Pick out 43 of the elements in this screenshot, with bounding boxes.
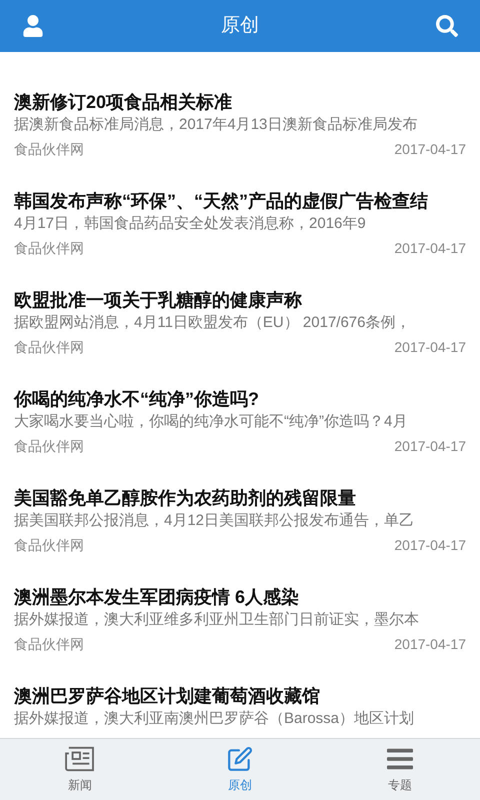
- article-date: 2017-04-17: [394, 140, 466, 159]
- article-source: 食品伙伴网: [14, 140, 84, 159]
- article-summary: 大家喝水要当心啦，你喝的纯净水可能不“纯净”你造吗？4月: [14, 412, 408, 432]
- article-title: 澳洲巴罗萨谷地区计划建葡萄酒收藏馆: [14, 685, 321, 708]
- article-item[interactable]: 美国豁免单乙醇胺作为农药助剂的残留限量 据美国联邦公报消息，4月12日美国联邦公报发布通告，单乙 食品伙伴网 2017-04-17: [14, 486, 466, 585]
- article-date: 2017-04-17: [394, 536, 466, 555]
- article-item[interactable]: 欧盟批准一项关于乳糖醇的健康声称 据欧盟网站消息，4月11日欧盟发布（EU） 2017/676条例， 食品伙伴网 2017-04-17: [14, 288, 466, 387]
- article-date: 2017-04-17: [394, 338, 466, 357]
- article-date: 2017-04-17: [394, 239, 466, 258]
- nav-tab[interactable]: 新闻: [0, 739, 160, 800]
- article-item[interactable]: 澳新修订20项食品相关标准 据澳新食品标准局消息，2017年4月13日澳新食品标准局发布 食品伙伴网 2017-04-17: [14, 90, 466, 189]
- article-title: 美国豁免单乙醇胺作为农药助剂的残留限量: [14, 487, 357, 510]
- article-date: 2017-04-17: [394, 437, 466, 456]
- article-summary: 据澳新食品标准局消息，2017年4月13日澳新食品标准局发布: [14, 115, 418, 135]
- article-source: 食品伙伴网: [14, 635, 84, 654]
- profile-button[interactable]: [22, 15, 44, 37]
- article-source: 食品伙伴网: [14, 338, 84, 357]
- newspaper-icon: [65, 746, 95, 772]
- page-title: 原创: [221, 14, 259, 38]
- article-title: 欧盟批准一项关于乳糖醇的健康声称: [14, 289, 303, 312]
- article-source: 食品伙伴网: [14, 536, 84, 555]
- user-icon: [22, 15, 44, 37]
- article-summary: 4月17日，韩国食品药品安全处发表消息称，2016年9: [14, 214, 367, 234]
- article-title: 澳洲墨尔本发生军团病疫情 6人感染: [14, 586, 300, 609]
- article-date: 2017-04-17: [394, 635, 466, 654]
- pencil-square-icon: [225, 746, 255, 772]
- search-button[interactable]: [436, 15, 458, 37]
- search-icon: [436, 15, 458, 37]
- article-item[interactable]: 澳洲巴罗萨谷地区计划建葡萄酒收藏馆 据外媒报道，澳大利亚南澳州巴罗萨谷（Barossa）地区计划: [14, 684, 466, 738]
- nav-tab[interactable]: 原创: [160, 739, 320, 800]
- article-summary: 据外媒报道，澳大利亚南澳州巴罗萨谷（Barossa）地区计划: [14, 709, 416, 729]
- article-title: 韩国发布声称“环保”、“天然”产品的虚假广告检查结: [14, 190, 429, 213]
- article-summary: 据美国联邦公报消息，4月12日美国联邦公报发布通告，单乙: [14, 511, 416, 531]
- article-source: 食品伙伴网: [14, 239, 84, 258]
- article-source: 食品伙伴网: [14, 437, 84, 456]
- article-item[interactable]: 韩国发布声称“环保”、“天然”产品的虚假广告检查结 4月17日，韩国食品药品安全处发表消息称，2016年9 食品伙伴网 2017-04-17: [14, 189, 466, 288]
- article-title: 你喝的纯净水不“纯净”你造吗?: [14, 388, 260, 411]
- nav-tab[interactable]: 专题: [320, 739, 480, 800]
- article-summary: 据欧盟网站消息，4月11日欧盟发布（EU） 2017/676条例，: [14, 313, 412, 333]
- article-item[interactable]: 你喝的纯净水不“纯净”你造吗? 大家喝水要当心啦，你喝的纯净水可能不“纯净”你造吗？4月 食品伙伴网 2017-04-17: [14, 387, 466, 486]
- article-summary: 据外媒报道，澳大利亚维多利亚州卫生部门日前证实，墨尔本: [14, 610, 420, 630]
- article-item[interactable]: 澳洲墨尔本发生军团病疫情 6人感染 据外媒报道，澳大利亚维多利亚州卫生部门日前证实，墨尔本 食品伙伴网 2017-04-17: [14, 585, 466, 684]
- article-title: 澳新修订20项食品相关标准: [14, 91, 234, 114]
